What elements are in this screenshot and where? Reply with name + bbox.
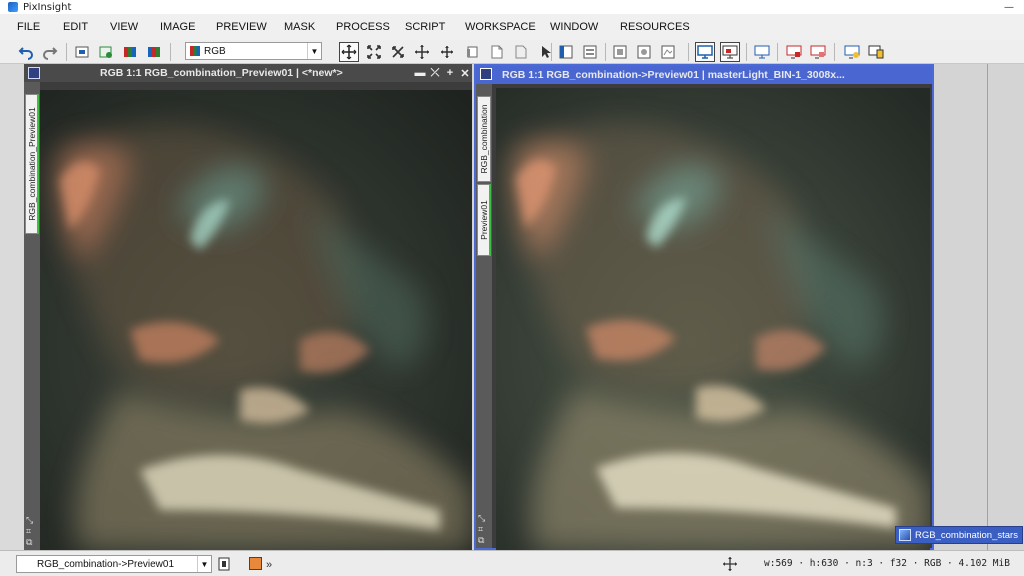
image-icon bbox=[899, 529, 911, 541]
main-toolbar: RGB ▼ bbox=[0, 40, 1024, 64]
nebula-image-right bbox=[496, 88, 930, 550]
menu-file[interactable]: FILE bbox=[17, 21, 40, 33]
menu-mask[interactable]: MASK bbox=[284, 21, 315, 33]
mask-invert-icon[interactable] bbox=[808, 42, 828, 62]
window-side-controls: ⤡ ⌗ ⧉ bbox=[26, 516, 33, 549]
color-image-icon[interactable] bbox=[120, 42, 140, 62]
new-image-icon[interactable] bbox=[96, 42, 116, 62]
crosshair-icon[interactable] bbox=[720, 554, 740, 574]
menu-resources[interactable]: RESOURCES bbox=[620, 21, 690, 33]
maximize-window-icon[interactable]: + bbox=[444, 66, 456, 80]
vtab-rgb-combination[interactable]: RGB_combination bbox=[477, 96, 491, 182]
readout-mode-icon[interactable] bbox=[339, 42, 359, 62]
menu-process[interactable]: PROCESS bbox=[336, 21, 390, 33]
rgb-channel-icon bbox=[190, 46, 200, 56]
image-window-right-header[interactable]: RGB 1:1 RGB_combination->Preview01 | mas… bbox=[476, 66, 932, 84]
image-info-icon[interactable] bbox=[72, 42, 92, 62]
image-icon-label: RGB_combination_stars bbox=[915, 529, 1018, 541]
pixinsight-app: PixInsight — FILE EDIT VIEW IMAGE PREVIE… bbox=[0, 0, 1024, 576]
image-window-left-header[interactable]: RGB 1:1 RGB_combination_Preview01 | <*ne… bbox=[24, 64, 472, 82]
image-window-left[interactable]: RGB 1:1 RGB_combination_Preview01 | <*ne… bbox=[24, 64, 472, 550]
pan-mode-icon[interactable] bbox=[412, 42, 432, 62]
status-bar: RGB_combination->Preview01 ▼ » w:569 · h… bbox=[0, 550, 1024, 576]
window-menu-icon[interactable] bbox=[28, 67, 40, 79]
image-icon-rgb-combination-stars[interactable]: RGB_combination_stars bbox=[895, 526, 1023, 544]
fit-view-icon[interactable] bbox=[462, 42, 482, 62]
view-select-value: RGB_combination->Preview01 bbox=[37, 558, 175, 570]
close-window-icon[interactable]: ✕ bbox=[459, 66, 471, 80]
more-tools-button[interactable]: » bbox=[266, 559, 272, 571]
document-icon[interactable] bbox=[487, 42, 507, 62]
document-alt-icon[interactable] bbox=[511, 42, 531, 62]
menu-preview[interactable]: PREVIEW bbox=[216, 21, 267, 33]
zoom-in-icon[interactable] bbox=[388, 42, 408, 62]
view-select[interactable]: RGB_combination->Preview01 ▼ bbox=[16, 555, 212, 573]
minimize-window-icon[interactable]: ▬ bbox=[414, 66, 426, 80]
image-info-readout: w:569 · h:630 · n:3 · f32 · RGB · 4.102 … bbox=[764, 558, 1010, 569]
process-console-icon[interactable] bbox=[610, 42, 630, 62]
preview-icon[interactable] bbox=[842, 42, 862, 62]
image-window-left-title: RGB 1:1 RGB_combination_Preview01 | <*ne… bbox=[100, 67, 343, 79]
channel-select[interactable]: RGB ▼ bbox=[185, 42, 322, 60]
channel-select-value: RGB bbox=[204, 45, 226, 57]
pixinsight-logo-icon bbox=[8, 2, 18, 12]
app-title: PixInsight bbox=[23, 1, 72, 13]
view-explorer-icon[interactable] bbox=[658, 42, 678, 62]
shade-window-icon[interactable]: ⤫ bbox=[429, 66, 441, 80]
image-window-right-title: RGB 1:1 RGB_combination->Preview01 | mas… bbox=[502, 69, 845, 81]
image-window-right-sidebar: RGB_combination Preview01 ⤡ ⌗ ⧉ bbox=[476, 84, 492, 548]
window-side-controls: ⤡ ⌗ ⧉ bbox=[478, 514, 485, 547]
zoom-icon[interactable]: ⌗ bbox=[478, 525, 485, 536]
menu-view[interactable]: VIEW bbox=[110, 21, 138, 33]
menu-workspace[interactable]: WORKSPACE bbox=[465, 21, 536, 33]
copy-icon[interactable]: ⧉ bbox=[478, 536, 485, 547]
image-canvas-right[interactable] bbox=[496, 88, 930, 550]
menu-script[interactable]: SCRIPT bbox=[405, 21, 445, 33]
history-window-icon[interactable] bbox=[580, 42, 600, 62]
shrink-icon[interactable]: ⤡ bbox=[26, 516, 33, 527]
zoom-icon[interactable]: ⌗ bbox=[26, 527, 33, 538]
workspace-left-gutter bbox=[0, 64, 24, 550]
vtab-preview01[interactable]: Preview01 bbox=[477, 184, 491, 256]
monitor-stf-icon[interactable] bbox=[695, 42, 715, 62]
workspace-guide-line bbox=[987, 64, 988, 550]
title-bar: PixInsight — bbox=[0, 0, 1024, 14]
monitor-linked-icon[interactable] bbox=[720, 42, 740, 62]
mask-show-icon[interactable] bbox=[784, 42, 804, 62]
format-explorer-icon[interactable] bbox=[634, 42, 654, 62]
image-canvas-left[interactable] bbox=[40, 90, 472, 550]
shrink-icon[interactable]: ⤡ bbox=[478, 514, 485, 525]
menu-edit[interactable]: EDIT bbox=[63, 21, 88, 33]
zoom-fit-icon[interactable] bbox=[364, 42, 384, 62]
view-selector-icon[interactable] bbox=[214, 554, 234, 574]
color-swatch[interactable] bbox=[249, 557, 262, 570]
menu-bar: FILE EDIT VIEW IMAGE PREVIEW MASK PROCES… bbox=[0, 14, 1024, 40]
menu-image[interactable]: IMAGE bbox=[160, 21, 195, 33]
select-arrow-icon[interactable] bbox=[536, 42, 556, 62]
redo-icon[interactable] bbox=[40, 42, 60, 62]
chevron-down-icon: ▼ bbox=[197, 556, 211, 572]
vtab-rgb-combination-preview01[interactable]: RGB_combination_Preview01 bbox=[25, 94, 39, 234]
screen-transfer-icon[interactable] bbox=[752, 42, 772, 62]
minimize-button[interactable]: — bbox=[994, 0, 1024, 14]
nebula-image-left bbox=[40, 90, 472, 550]
window-controls: — bbox=[994, 0, 1024, 14]
explorer-window-icon[interactable] bbox=[556, 42, 576, 62]
window-menu-icon[interactable] bbox=[480, 68, 492, 80]
image-window-left-sidebar: RGB_combination_Preview01 ⤡ ⌗ ⧉ bbox=[24, 82, 40, 550]
preview-store-icon[interactable] bbox=[866, 42, 886, 62]
rgb-working-space-icon[interactable] bbox=[144, 42, 164, 62]
zoom-mode-icon[interactable] bbox=[437, 42, 457, 62]
menu-window[interactable]: WINDOW bbox=[550, 21, 598, 33]
chevron-down-icon: ▼ bbox=[307, 43, 321, 59]
image-window-right[interactable]: RGB 1:1 RGB_combination->Preview01 | mas… bbox=[474, 64, 934, 550]
undo-icon[interactable] bbox=[16, 42, 36, 62]
copy-icon[interactable]: ⧉ bbox=[26, 538, 33, 549]
